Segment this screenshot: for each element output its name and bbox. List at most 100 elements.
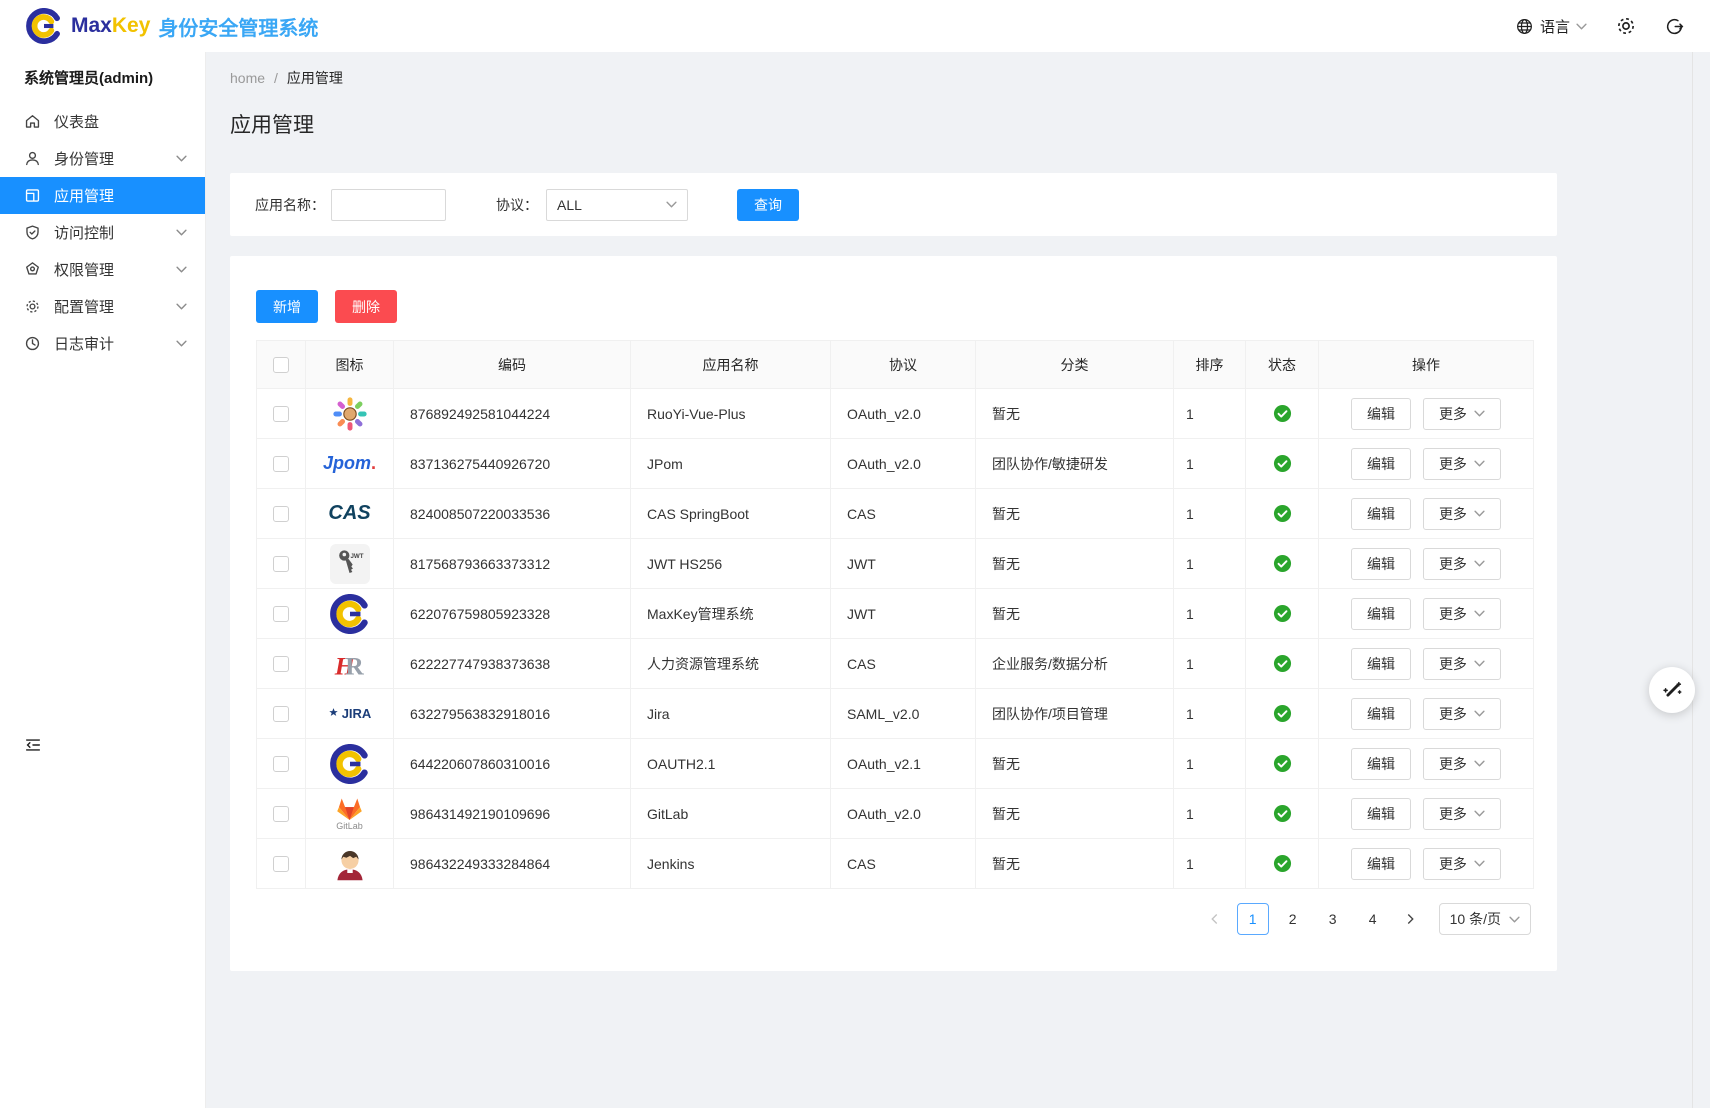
edit-button[interactable]: 编辑 xyxy=(1351,798,1411,830)
jwt-app-icon: JWT xyxy=(330,542,370,586)
more-button[interactable]: 更多 xyxy=(1423,448,1501,480)
pagination-next[interactable] xyxy=(1397,903,1425,935)
logout-icon[interactable] xyxy=(1665,17,1684,36)
row-checkbox[interactable] xyxy=(273,456,289,472)
protocol-label: 协议： xyxy=(496,195,538,215)
pagination-prev[interactable] xyxy=(1201,903,1229,935)
delete-button[interactable]: 删除 xyxy=(335,290,397,323)
more-button[interactable]: 更多 xyxy=(1423,698,1501,730)
sidebar-item-permission[interactable]: 权限管理 xyxy=(0,251,205,288)
app-code: 986431492190109696 xyxy=(394,789,631,839)
table-row: 876892492581044224 RuoYi-Vue-Plus OAuth_… xyxy=(257,389,1534,439)
add-button[interactable]: 新增 xyxy=(256,290,318,323)
edit-button[interactable]: 编辑 xyxy=(1351,548,1411,580)
sidebar-item-dashboard[interactable]: 仪表盘 xyxy=(0,103,205,140)
language-switcher[interactable]: 语言 xyxy=(1515,16,1587,37)
app-name: JWT HS256 xyxy=(631,539,831,589)
edit-button[interactable]: 编辑 xyxy=(1351,448,1411,480)
more-button[interactable]: 更多 xyxy=(1423,498,1501,530)
pagination-page-2[interactable]: 2 xyxy=(1277,903,1309,935)
edit-button[interactable]: 编辑 xyxy=(1351,848,1411,880)
edit-button[interactable]: 编辑 xyxy=(1351,498,1411,530)
table-toolbar: 新增 删除 xyxy=(256,290,1531,323)
chevron-down-icon xyxy=(1474,460,1485,467)
more-button[interactable]: 更多 xyxy=(1423,748,1501,780)
gitlab-app-icon: GitLab xyxy=(333,792,366,836)
edit-button[interactable]: 编辑 xyxy=(1351,398,1411,430)
row-checkbox[interactable] xyxy=(273,406,289,422)
app-icon xyxy=(24,187,41,204)
settings-icon[interactable] xyxy=(1615,15,1637,37)
app-category: 暂无 xyxy=(976,489,1174,539)
shield-icon xyxy=(24,224,41,241)
sidebar-item-config[interactable]: 配置管理 xyxy=(0,288,205,325)
chevron-down-icon xyxy=(176,303,187,310)
more-button[interactable]: 更多 xyxy=(1423,598,1501,630)
app-category: 暂无 xyxy=(976,739,1174,789)
app-name-input[interactable] xyxy=(331,189,446,221)
sidebar-item-audit[interactable]: 日志审计 xyxy=(0,325,205,362)
protocol-select[interactable]: ALL xyxy=(546,189,688,221)
column-header: 排序 xyxy=(1174,341,1246,389)
sidebar-item-identity[interactable]: 身份管理 xyxy=(0,140,205,177)
row-checkbox[interactable] xyxy=(273,806,289,822)
more-button[interactable]: 更多 xyxy=(1423,398,1501,430)
theme-wand-fab[interactable] xyxy=(1649,667,1695,713)
more-button[interactable]: 更多 xyxy=(1423,548,1501,580)
pagination-page-4[interactable]: 4 xyxy=(1357,903,1389,935)
app-protocol: CAS xyxy=(831,489,976,539)
brand: Max Key 身份安全管理系统 xyxy=(26,8,318,44)
brand-max: Max xyxy=(71,14,112,38)
pagination-page-1[interactable]: 1 xyxy=(1237,903,1269,935)
app-code: 817568793663373312 xyxy=(394,539,631,589)
app-name: JPom xyxy=(631,439,831,489)
sidebar-item-label: 配置管理 xyxy=(54,296,114,317)
edit-button[interactable]: 编辑 xyxy=(1351,648,1411,680)
sidebar-item-access[interactable]: 访问控制 xyxy=(0,214,205,251)
select-all-checkbox[interactable] xyxy=(273,357,289,373)
maxkey-logo-icon xyxy=(26,8,62,44)
chevron-down-icon xyxy=(1474,760,1485,767)
svg-text:R: R xyxy=(345,651,364,680)
maxkey-app-icon xyxy=(330,592,370,636)
pagination-page-3[interactable]: 3 xyxy=(1317,903,1349,935)
search-button[interactable]: 查询 xyxy=(737,189,799,221)
app-name: Jira xyxy=(631,689,831,739)
breadcrumb-separator: / xyxy=(274,70,278,86)
gear-icon xyxy=(24,298,41,315)
row-checkbox[interactable] xyxy=(273,756,289,772)
chevron-down-icon xyxy=(176,229,187,236)
more-button[interactable]: 更多 xyxy=(1423,648,1501,680)
page-size-select[interactable]: 10 条/页 xyxy=(1439,903,1531,935)
menu-fold-icon[interactable] xyxy=(24,736,42,754)
app-code: 644220607860310016 xyxy=(394,739,631,789)
scrollbar-track[interactable] xyxy=(1692,52,1693,1108)
row-checkbox[interactable] xyxy=(273,606,289,622)
brand-key: Key xyxy=(112,14,151,38)
app-code: 876892492581044224 xyxy=(394,389,631,439)
row-checkbox[interactable] xyxy=(273,556,289,572)
jpom-app-icon: Jpom. xyxy=(323,442,376,486)
edit-button[interactable]: 编辑 xyxy=(1351,748,1411,780)
clock-icon xyxy=(24,335,41,352)
sidebar-item-apps[interactable]: 应用管理 xyxy=(0,177,205,214)
breadcrumb-home-link[interactable]: home xyxy=(230,70,265,86)
more-button[interactable]: 更多 xyxy=(1423,848,1501,880)
table-row: CAS 824008507220033536 CAS SpringBoot CA… xyxy=(257,489,1534,539)
status-enabled-icon xyxy=(1273,504,1292,523)
row-checkbox[interactable] xyxy=(273,706,289,722)
edit-button[interactable]: 编辑 xyxy=(1351,598,1411,630)
app-sort: 1 xyxy=(1174,789,1246,839)
row-checkbox[interactable] xyxy=(273,506,289,522)
edit-button[interactable]: 编辑 xyxy=(1351,698,1411,730)
app-table: 图标编码应用名称协议分类排序状态操作 876892492581044224 Ru… xyxy=(256,340,1534,889)
protocol-select-value: ALL xyxy=(557,197,582,213)
app-code: 837136275440926720 xyxy=(394,439,631,489)
app-sort: 1 xyxy=(1174,839,1246,889)
sidebar: 系统管理员(admin) 仪表盘 身份管理 应用管理 访问控制 权限管理 配置管… xyxy=(0,52,206,1108)
app-code: 622076759805923328 xyxy=(394,589,631,639)
row-checkbox[interactable] xyxy=(273,656,289,672)
row-checkbox[interactable] xyxy=(273,856,289,872)
jenkins-app-icon xyxy=(332,842,368,886)
more-button[interactable]: 更多 xyxy=(1423,798,1501,830)
